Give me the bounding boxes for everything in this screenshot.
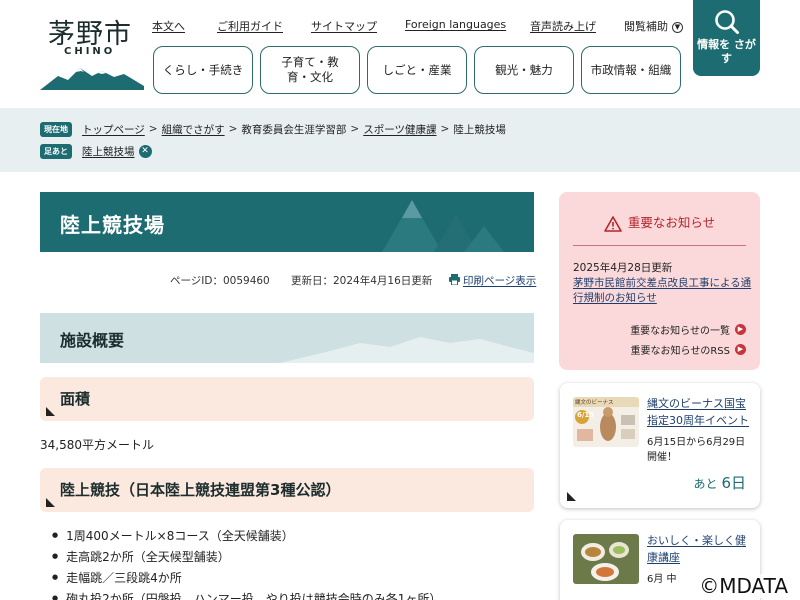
breadcrumb-sports-division[interactable]: スポーツ健康課 xyxy=(363,122,436,137)
event-title[interactable]: おいしく・楽しく健康講座 xyxy=(647,532,751,566)
event-title[interactable]: 縄文のビーナス国宝指定30周年イベント xyxy=(647,395,751,429)
event-countdown: あと 6日 xyxy=(693,472,746,493)
notice-divider xyxy=(573,245,746,246)
nav-city-government[interactable]: 市政情報・組織 xyxy=(581,46,681,94)
site-logo[interactable]: 茅野市 CHINO xyxy=(40,12,144,90)
breadcrumb-organization[interactable]: 組織でさがす xyxy=(162,122,225,137)
overview-heading-band: 施設概要 xyxy=(40,313,534,363)
overview-heading: 施設概要 xyxy=(60,331,125,350)
nav-label: 子育て・教育・文化 xyxy=(281,55,339,84)
breadcrumb-separator: > xyxy=(440,123,450,135)
notice-heading: 重要なお知らせ xyxy=(559,212,760,232)
notice-list-label: 重要なお知らせの一覧 xyxy=(630,326,730,337)
accessibility-menu[interactable]: 閲覧補助 ▼ xyxy=(624,18,683,34)
nav-label: 市政情報・組織 xyxy=(590,62,672,77)
track-heading-band: 陸上競技（日本陸上競技連盟第3種公認） xyxy=(40,468,534,512)
breadcrumb-separator: > xyxy=(350,123,360,135)
usage-guide-link[interactable]: ご利用ガイド xyxy=(217,18,283,34)
event-thumbnail: 6/15 縄文のビーナス xyxy=(573,397,639,447)
breadcrumb-department: 教育委員会生涯学習部 xyxy=(241,123,347,136)
notice-rss-link[interactable]: 重要なお知らせのRSS ▶ xyxy=(631,342,746,357)
warning-icon xyxy=(604,215,622,232)
search-icon xyxy=(715,10,739,34)
close-icon[interactable]: ✕ xyxy=(138,144,152,158)
thumb-date: 6/15 xyxy=(577,411,595,419)
corner-triangle-icon xyxy=(567,492,576,501)
print-link[interactable]: 印刷ページ表示 xyxy=(449,273,536,288)
read-aloud-link[interactable]: 音声読み上げ xyxy=(530,18,596,34)
search-button-label: 情報を さがす xyxy=(697,38,756,65)
breadcrumb-current: 陸上競技場 xyxy=(453,123,506,136)
meal-photo-icon xyxy=(573,534,639,584)
area-heading: 面積 xyxy=(60,390,91,408)
nav-living[interactable]: くらし・手続き xyxy=(153,46,253,94)
mountain-logo-icon xyxy=(40,68,144,90)
area-value: 34,580平方メートル xyxy=(40,438,154,452)
list-item: 走高跳2か所（全天候型舗装） xyxy=(52,547,441,568)
arrow-right-icon: ▶ xyxy=(735,344,746,355)
event-thumbnail xyxy=(573,534,639,584)
notice-heading-text: 重要なお知らせ xyxy=(627,215,716,230)
list-item: 走幅跳／三段跳4か所 xyxy=(52,568,441,589)
notice-date: 2025年4月28日更新 xyxy=(573,262,673,274)
footprint-item[interactable]: 陸上競技場 xyxy=(82,144,135,159)
copyright-watermark: ©MDATA xyxy=(697,574,790,598)
nav-label: 観光・魅力 xyxy=(495,62,553,77)
breadcrumb-area: 現在地 トップページ > 組織でさがす > 教育委員会生涯学習部 > スポーツ健… xyxy=(0,108,800,172)
notice-rss-label: 重要なお知らせのRSS xyxy=(630,346,730,357)
search-button[interactable]: 情報を さがす xyxy=(693,0,760,76)
notice-link[interactable]: 茅野市民館前交差点改良工事による通行規制のお知らせ xyxy=(573,276,753,306)
notice-list-link[interactable]: 重要なお知らせの一覧 ▶ xyxy=(630,322,746,337)
footprint-history: 足あと 陸上競技場 ✕ xyxy=(40,143,152,159)
nav-work-industry[interactable]: しごと・産業 xyxy=(367,46,467,94)
accessibility-label: 閲覧補助 xyxy=(624,20,668,33)
list-item: 1周400メートル×8コース（全天候舗装） xyxy=(52,526,441,547)
breadcrumb-home[interactable]: トップページ xyxy=(82,122,145,137)
corner-triangle-icon xyxy=(46,407,55,416)
countdown-prefix: あと xyxy=(693,477,718,491)
breadcrumb-tag: 現在地 xyxy=(40,121,72,137)
area-heading-band: 面積 xyxy=(40,377,534,421)
footprint-tag: 足あと xyxy=(40,143,72,159)
nav-label: しごと・産業 xyxy=(382,62,452,77)
track-heading: 陸上競技（日本陸上競技連盟第3種公認） xyxy=(60,481,341,499)
page-title-banner: 陸上競技場 xyxy=(40,192,534,252)
page-id: ページID：0059460 xyxy=(170,275,270,287)
thumb-caption: 縄文のビーナス xyxy=(575,400,614,406)
important-notice-panel: 重要なお知らせ 2025年4月28日更新 茅野市民館前交差点改良工事による通行規… xyxy=(559,192,760,370)
nav-label: くらし・手続き xyxy=(162,62,244,77)
nav-childcare-education[interactable]: 子育て・教育・文化 xyxy=(260,46,360,94)
mountain-decoration-icon xyxy=(382,200,504,252)
list-item: 砲丸投2か所（円盤投、ハンマー投、やり投は競技会時のみ各1ヶ所） xyxy=(52,589,441,600)
updated-date: 更新日：2024年4月16日更新 xyxy=(291,275,433,287)
track-facility-list: 1周400メートル×8コース（全天候舗装） 走高跳2か所（全天候型舗装） 走幅跳… xyxy=(52,526,441,600)
sitemap-link[interactable]: サイトマップ xyxy=(311,18,377,34)
nav-tourism[interactable]: 観光・魅力 xyxy=(474,46,574,94)
event-dates: 6月15日から6月29日開催！ xyxy=(647,437,746,463)
breadcrumb-separator: > xyxy=(148,123,158,135)
breadcrumb-separator: > xyxy=(228,123,238,135)
event-card[interactable]: 6/15 縄文のビーナス 縄文のビーナス国宝指定30周年イベント 6月15日から… xyxy=(560,383,760,508)
breadcrumb: 現在地 トップページ > 組織でさがす > 教育委員会生涯学習部 > スポーツ健… xyxy=(40,121,506,137)
page-title: 陸上競技場 xyxy=(60,213,165,237)
countdown-value: 6日 xyxy=(721,474,746,492)
printer-icon xyxy=(449,274,460,286)
logo-subtitle: CHINO xyxy=(64,46,116,57)
skip-to-content-link[interactable]: 本文へ xyxy=(152,18,185,34)
chevron-down-icon: ▼ xyxy=(672,21,683,33)
arrow-right-icon: ▶ xyxy=(735,324,746,335)
print-link-text[interactable]: 印刷ページ表示 xyxy=(463,275,536,287)
foreign-languages-link[interactable]: Foreign languages xyxy=(405,18,506,31)
corner-triangle-icon xyxy=(46,498,55,507)
